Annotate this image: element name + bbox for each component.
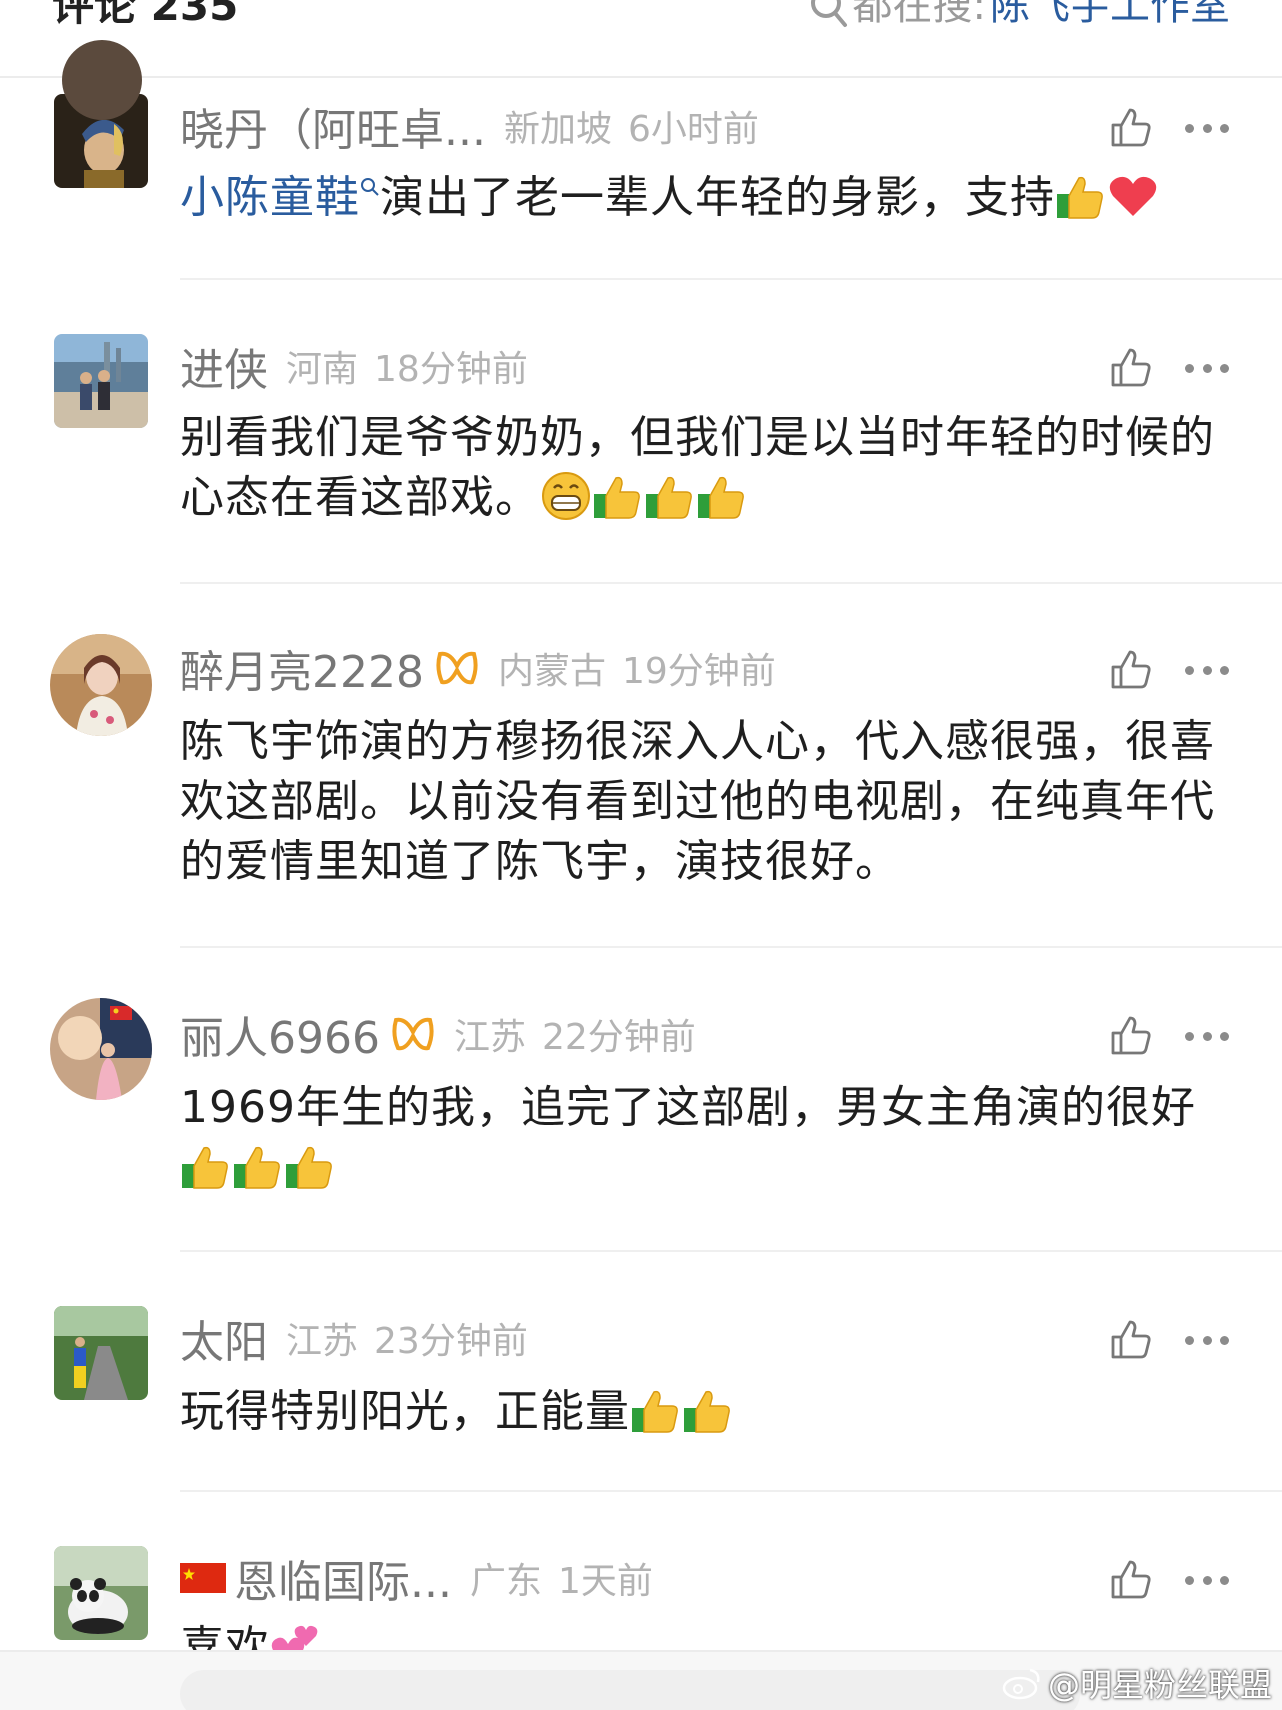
- comments-count-title: 评论 235: [52, 0, 239, 30]
- china-flag-icon: [180, 1563, 226, 1593]
- nickname[interactable]: 进侠: [180, 336, 268, 396]
- member-badge-icon: [392, 1017, 434, 1051]
- mention-link[interactable]: 小陈童鞋: [180, 172, 360, 223]
- comment-meta: 丽人6966 江苏 22分钟前: [180, 1004, 1082, 1064]
- grin-emoji-icon: [542, 472, 590, 520]
- thumbs-up-emoji-icon: [234, 1146, 280, 1189]
- like-button[interactable]: [1108, 646, 1154, 692]
- divider: [180, 1250, 1282, 1252]
- thumbs-up-emoji-icon: [182, 1146, 228, 1189]
- my-avatar[interactable]: [62, 40, 142, 120]
- comment-text-block: 玩得特别阳光，正能量: [180, 1382, 1232, 1442]
- comment-text: 玩得特别阳光，正能量: [180, 1386, 630, 1437]
- thumbs-up-outline-icon: [1111, 1320, 1151, 1359]
- timestamp: 22分钟前: [542, 1017, 696, 1058]
- like-button[interactable]: [1108, 344, 1154, 390]
- comment-meta: 醉月亮2228 内蒙古 19分钟前: [180, 638, 1082, 698]
- weibo-logo-icon: [1002, 1668, 1040, 1700]
- more-options-button[interactable]: [1185, 1570, 1229, 1590]
- nickname[interactable]: 恩临国际...: [234, 1548, 452, 1608]
- location: 河南: [286, 349, 359, 390]
- location: 新加坡: [503, 109, 612, 150]
- like-button[interactable]: [1108, 1316, 1154, 1362]
- avatar[interactable]: [50, 998, 152, 1100]
- more-options-button[interactable]: [1185, 1330, 1229, 1350]
- like-button[interactable]: [1108, 104, 1154, 150]
- watermark-text: @明星粉丝联盟: [1047, 1666, 1272, 1704]
- comment-text-block: 1969年生的我，追完了这部剧，男女主角演的很好: [180, 1078, 1232, 1198]
- location: 江苏: [286, 1321, 359, 1362]
- timestamp: 23分钟前: [374, 1321, 528, 1362]
- divider: [180, 1490, 1282, 1492]
- avatar[interactable]: [54, 1306, 148, 1400]
- like-button[interactable]: [1108, 1556, 1154, 1602]
- more-options-button[interactable]: [1185, 118, 1229, 138]
- comments-header: 评论 235 都在搜: 陈飞宇工作室: [0, 0, 1282, 78]
- thumbs-up-emoji-icon: [684, 1390, 730, 1433]
- location: 广东: [469, 1561, 542, 1602]
- more-options-button[interactable]: [1185, 660, 1229, 680]
- divider: [180, 946, 1282, 948]
- thumbs-up-outline-icon: [1111, 1560, 1151, 1599]
- more-options-button[interactable]: [1185, 358, 1229, 378]
- more-options-button[interactable]: [1185, 1026, 1229, 1046]
- thumbs-up-emoji-icon: [286, 1146, 332, 1189]
- search-small-icon: [361, 178, 379, 196]
- avatar[interactable]: [54, 1546, 148, 1640]
- thumbs-up-outline-icon: [1111, 650, 1151, 689]
- heart-emoji-icon: [1109, 176, 1157, 216]
- timestamp: 6小时前: [627, 109, 759, 150]
- thumbs-up-emoji-icon: [1057, 176, 1103, 219]
- like-button[interactable]: [1108, 1012, 1154, 1058]
- comment-text: 演出了老一辈人年轻的身影，支持: [380, 172, 1055, 223]
- timestamp: 19分钟前: [622, 651, 776, 692]
- location: 内蒙古: [497, 651, 606, 692]
- comment-input[interactable]: [180, 1670, 1080, 1710]
- comment-text-block: 陈飞宇饰演的方穆扬很深入人心，代入感很强，很喜欢这部剧。以前没有看到过他的电视剧…: [180, 712, 1232, 892]
- comment-meta: 恩临国际... 广东 1天前: [180, 1548, 1082, 1608]
- avatar[interactable]: [54, 334, 148, 428]
- nickname[interactable]: 晓丹（阿旺卓...: [180, 96, 486, 156]
- watermark: @明星粉丝联盟: [1002, 1660, 1272, 1706]
- divider: [180, 582, 1282, 584]
- thumbs-up-emoji-icon: [698, 476, 744, 519]
- timestamp: 18分钟前: [374, 349, 528, 390]
- thumbs-up-outline-icon: [1111, 1016, 1151, 1055]
- comment-meta: 太阳 江苏 23分钟前: [180, 1308, 1082, 1368]
- thumbs-up-emoji-icon: [594, 476, 640, 519]
- nickname[interactable]: 丽人6966: [180, 1004, 380, 1064]
- nickname[interactable]: 太阳: [180, 1308, 268, 1368]
- comment-text: 1969年生的我，追完了这部剧，男女主角演的很好: [180, 1082, 1196, 1133]
- thumbs-up-emoji-icon: [646, 476, 692, 519]
- location: 江苏: [453, 1017, 526, 1058]
- divider: [180, 278, 1282, 280]
- thumbs-up-outline-icon: [1111, 348, 1151, 387]
- search-icon: [810, 0, 847, 27]
- thumbs-up-emoji-icon: [632, 1390, 678, 1433]
- comment-text-block: 小陈童鞋 演出了老一辈人年轻的身影，支持: [180, 168, 1232, 228]
- comment-text-block: 别看我们是爷爷奶奶，但我们是以当时年轻的时候的心态在看这部戏。: [180, 408, 1232, 528]
- thumbs-up-outline-icon: [1111, 108, 1151, 147]
- hot-search-link[interactable]: 都在搜: 陈飞宇工作室: [809, 0, 1230, 34]
- nickname[interactable]: 醉月亮2228: [180, 638, 424, 698]
- hot-search-prefix: 都在搜:: [852, 0, 986, 29]
- comment-meta: 进侠 河南 18分钟前: [180, 336, 1082, 396]
- comment-text: 陈飞宇饰演的方穆扬很深入人心，代入感很强，很喜欢这部剧。以前没有看到过他的电视剧…: [180, 716, 1215, 887]
- hot-search-keyword[interactable]: 陈飞宇工作室: [990, 0, 1230, 34]
- avatar[interactable]: [50, 634, 152, 736]
- comment-meta: 晓丹（阿旺卓... 新加坡 6小时前: [180, 96, 1082, 156]
- timestamp: 1天前: [557, 1561, 653, 1602]
- member-badge-icon: [436, 651, 478, 685]
